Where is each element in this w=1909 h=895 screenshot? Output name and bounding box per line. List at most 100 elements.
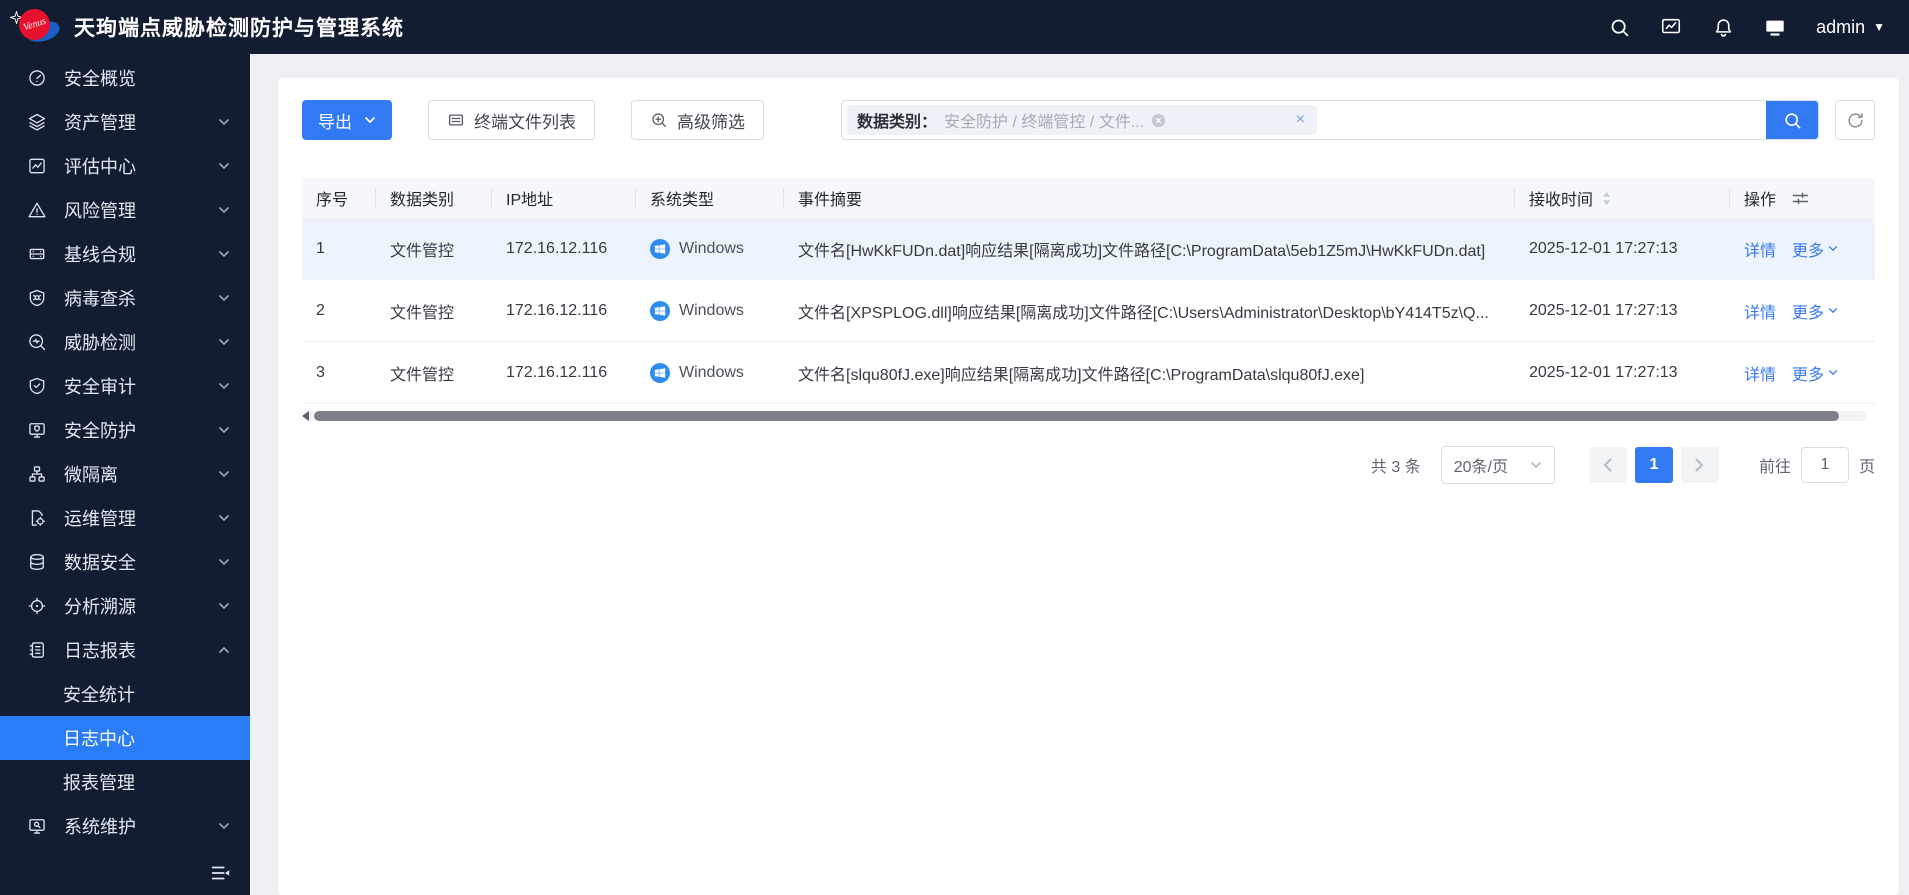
goto-unit: 页 — [1858, 459, 1875, 476]
table-header: 序号 数据类别 IP地址 系统类型 事件摘要 接收时间 操作 — [302, 178, 1875, 218]
chevron-down-icon — [218, 294, 230, 302]
page-size-select[interactable]: 20条/页 — [1440, 446, 1555, 484]
search-icon[interactable] — [1608, 16, 1630, 38]
table-row[interactable]: 3 文件管控 172.16.12.116 Windows 文件名[slqu80f… — [302, 342, 1875, 404]
shield-check-icon — [27, 376, 47, 396]
sidebar-nav: 安全概览 资产管理 评估中心 风险管理 基线合规 病毒查杀 威胁检测 安全审计 … — [0, 54, 250, 895]
search-bar: 数据类别： 安全防护 / 终端管控 / 文件... × — [841, 100, 1819, 140]
sidebar-collapse-icon[interactable] — [206, 859, 234, 887]
sidebar-item-baseline-compliance[interactable]: 基线合规 — [0, 232, 250, 276]
sidebar-item-log-report[interactable]: 日志报表 — [0, 628, 250, 672]
chevron-down-icon — [218, 206, 230, 214]
layers-icon — [27, 112, 47, 132]
sidebar-item-security-overview[interactable]: 安全概览 — [0, 56, 250, 100]
toolbar: 导出 终端文件列表 高级筛选 数据类别： 安全防护 / 终端管控 / 文件...… — [302, 100, 1875, 140]
log-center-panel: 导出 终端文件列表 高级筛选 数据类别： 安全防护 / 终端管控 / 文件...… — [278, 78, 1899, 895]
bell-icon[interactable] — [1712, 16, 1734, 38]
sidebar-subitem-report-management[interactable]: 报表管理 — [0, 760, 250, 804]
windows-icon — [650, 300, 670, 321]
user-menu[interactable]: admin ▼ — [1816, 17, 1885, 38]
scrollbar-thumb[interactable] — [314, 411, 1839, 421]
sidebar-item-security-audit[interactable]: 安全审计 — [0, 364, 250, 408]
goto-page-input[interactable] — [1800, 447, 1849, 483]
col-header-os: 系统类型 — [636, 178, 784, 218]
target-icon — [27, 596, 47, 616]
horizontal-scrollbar — [302, 410, 1875, 422]
shield-bug-icon — [27, 288, 47, 308]
current-page-button[interactable]: 1 — [1634, 447, 1673, 483]
sidebar-subitem-security-stats[interactable]: 安全统计 — [0, 672, 250, 716]
monitor-chart-icon[interactable] — [1660, 16, 1682, 38]
export-caret-down-icon — [364, 116, 376, 124]
user-caret-down-icon: ▼ — [1873, 20, 1885, 34]
more-link[interactable]: 更多 — [1792, 299, 1838, 323]
sidebar-item-security-protection[interactable]: 安全防护 — [0, 408, 250, 452]
log-table: 序号 数据类别 IP地址 系统类型 事件摘要 接收时间 操作 1 文件管控 17… — [302, 178, 1875, 404]
venus-logo: Venus — [10, 5, 64, 49]
sidebar-item-virus-scan[interactable]: 病毒查杀 — [0, 276, 250, 320]
chevron-up-icon — [218, 646, 230, 654]
detail-link[interactable]: 详情 — [1744, 299, 1776, 323]
warning-triangle-icon — [27, 200, 47, 220]
app-title: 天珣端点威胁检测防护与管理系统 — [74, 17, 404, 40]
filter-tag-value: 安全防护 / 终端管控 / 文件... — [944, 114, 1145, 131]
detail-link[interactable]: 详情 — [1744, 237, 1776, 261]
chevron-down-icon — [218, 382, 230, 390]
display-icon[interactable] — [1764, 16, 1786, 38]
col-header-category: 数据类别 — [376, 178, 492, 218]
sidebar-item-assessment-center[interactable]: 评估中心 — [0, 144, 250, 188]
search-pulse-icon — [27, 332, 47, 352]
select-chevron-down-icon — [1530, 461, 1542, 469]
sidebar-item-data-security[interactable]: 数据安全 — [0, 540, 250, 584]
tag-close-icon[interactable]: × — [1294, 111, 1307, 129]
col-header-time[interactable]: 接收时间 — [1515, 178, 1730, 218]
sidebar-subitem-log-center[interactable]: 日志中心 — [0, 716, 250, 760]
top-header: Venus 天珣端点威胁检测防护与管理系统 admin ▼ — [0, 0, 1909, 54]
sidebar-item-ops-management[interactable]: 运维管理 — [0, 496, 250, 540]
pagination: 共 3 条 20条/页 1 前往 页 — [302, 446, 1875, 484]
database-icon — [27, 552, 47, 572]
logo-circle: Venus — [19, 9, 50, 40]
chevron-down-icon — [218, 250, 230, 258]
scroll-left-arrow-icon[interactable] — [302, 411, 309, 421]
refresh-button[interactable] — [1835, 100, 1875, 140]
sidebar-item-trace-analysis[interactable]: 分析溯源 — [0, 584, 250, 628]
more-link[interactable]: 更多 — [1792, 361, 1838, 385]
prev-page-button[interactable] — [1588, 447, 1627, 483]
chevron-down-icon — [218, 558, 230, 566]
tag-circle-close-icon[interactable] — [1151, 113, 1166, 128]
sidebar-item-threat-detection[interactable]: 威胁检测 — [0, 320, 250, 364]
col-header-action: 操作 — [1730, 178, 1875, 218]
journal-icon — [27, 640, 47, 660]
chevron-down-icon — [218, 338, 230, 346]
chevron-down-icon — [218, 426, 230, 434]
terminal-file-list-button[interactable]: 终端文件列表 — [428, 100, 595, 140]
chevron-down-icon — [218, 118, 230, 126]
advanced-filter-button[interactable]: 高级筛选 — [631, 100, 764, 140]
more-link[interactable]: 更多 — [1792, 237, 1838, 261]
sidebar-item-risk-management[interactable]: 风险管理 — [0, 188, 250, 232]
next-page-button[interactable] — [1680, 447, 1719, 483]
table-row[interactable]: 1 文件管控 172.16.12.116 Windows 文件名[HwKkFUD… — [302, 218, 1875, 280]
sort-carets-icon[interactable] — [1601, 190, 1612, 207]
windows-icon — [650, 238, 670, 259]
col-header-ip: IP地址 — [492, 178, 636, 218]
column-filter-icon[interactable] — [1792, 191, 1809, 206]
chart-box-icon — [27, 156, 47, 176]
search-submit-button[interactable] — [1766, 101, 1818, 139]
network-nodes-icon — [27, 464, 47, 484]
table-row[interactable]: 2 文件管控 172.16.12.116 Windows 文件名[XPSPLOG… — [302, 280, 1875, 342]
sidebar-item-asset-management[interactable]: 资产管理 — [0, 100, 250, 144]
export-button[interactable]: 导出 — [302, 100, 392, 140]
main-content: 导出 终端文件列表 高级筛选 数据类别： 安全防护 / 终端管控 / 文件...… — [250, 54, 1909, 895]
baseline-server-icon — [27, 244, 47, 264]
windows-icon — [650, 362, 670, 383]
list-card-icon — [447, 111, 465, 129]
detail-link[interactable]: 详情 — [1744, 361, 1776, 385]
filter-tag-label: 数据类别： — [857, 114, 938, 131]
sidebar-item-micro-isolation[interactable]: 微隔离 — [0, 452, 250, 496]
monitor-wrench-icon — [27, 816, 47, 836]
search-input[interactable] — [1317, 110, 1766, 130]
filter-tag: 数据类别： 安全防护 / 终端管控 / 文件... × — [847, 105, 1317, 135]
sidebar-item-system-maintenance[interactable]: 系统维护 — [0, 804, 250, 848]
